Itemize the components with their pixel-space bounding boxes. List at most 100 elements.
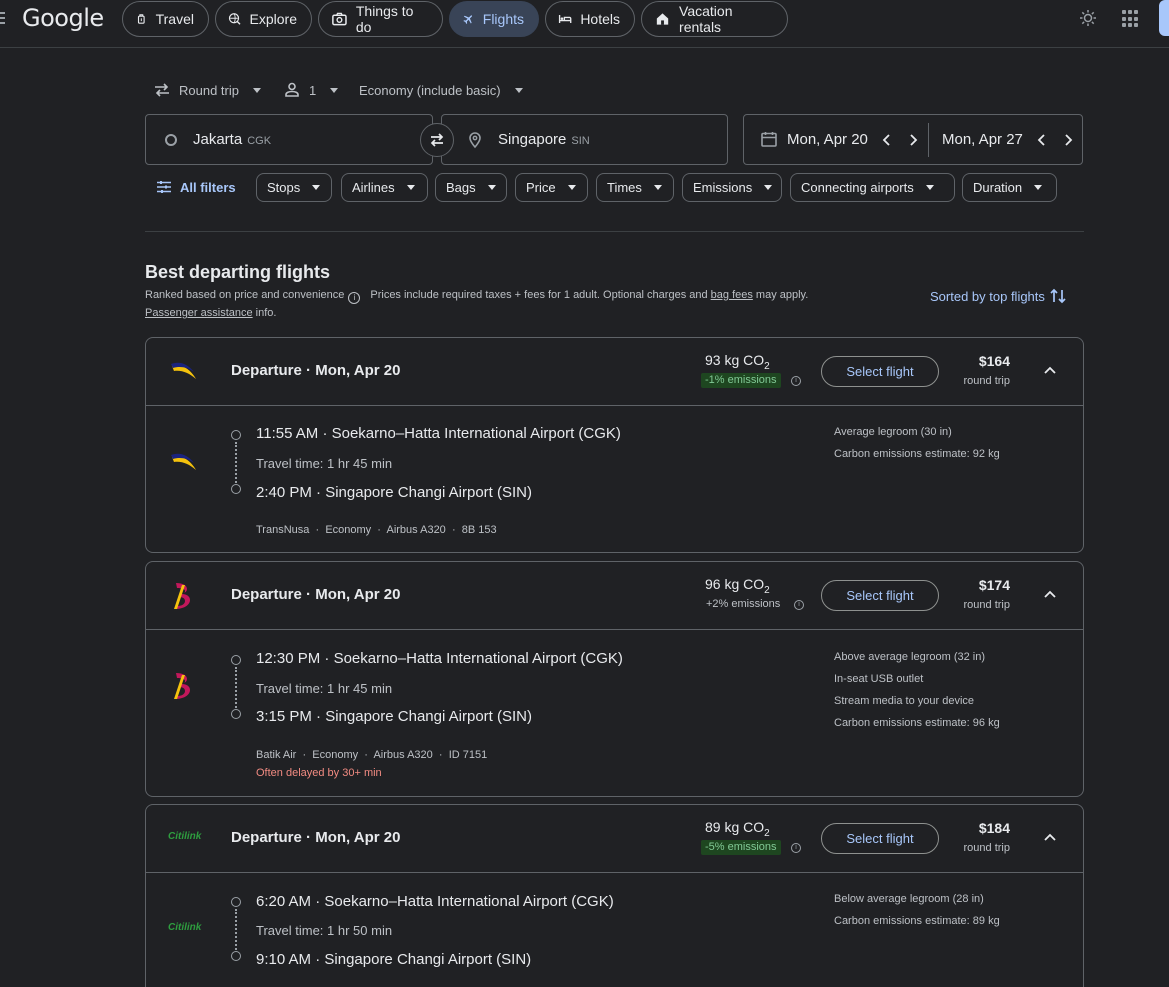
sort-button[interactable]: Sorted by top flights [930,287,1067,305]
arrival-segment: 3:15 PM · Singapore Changi Airport (SIN) [256,708,532,725]
departure-next-chevron-icon[interactable] [905,132,921,148]
cabin-class-select[interactable]: Economy (include basic) [359,80,523,100]
flight-price: $184 [978,820,1010,836]
swap-arrows-icon [430,133,444,147]
nav-explore-label: Explore [249,11,297,27]
passengers-count: 1 [309,82,317,98]
ranking-note: Ranked based on price and convenience i Pr… [145,289,808,304]
price-type: round trip [963,375,1010,387]
filter-times[interactable]: Times [596,173,674,202]
timeline-line [235,667,237,708]
flight-card-header[interactable]: Departure · Mon, Apr 20 93 kg CO2 -1% em… [146,338,1083,406]
destination-input[interactable]: Singapore SIN [441,114,728,165]
return-prev-chevron-icon[interactable] [1034,132,1050,148]
round-trip-arrows-icon [155,83,169,97]
chevron-up-icon[interactable] [1043,363,1057,377]
flight-card-header[interactable]: Citilink Departure · Mon, Apr 20 89 kg C… [146,805,1083,873]
filter-airlines[interactable]: Airlines [341,173,428,202]
select-flight-button[interactable]: Select flight [821,580,939,611]
chevron-up-icon[interactable] [1043,587,1057,601]
all-filters-button[interactable]: All filters [157,176,236,198]
flight-price: $164 [978,353,1010,369]
house-icon [656,13,669,25]
passenger-assistance-note: Passenger assistance info. [145,307,276,319]
arrival-dot [231,951,241,961]
select-flight-button[interactable]: Select flight [821,823,939,854]
nav-flights[interactable]: Flights [449,1,539,37]
nav-hotels[interactable]: Hotels [545,1,635,37]
filter-duration-label: Duration [973,180,1023,195]
prices-note: Prices include required taxes + fees for… [370,289,711,301]
info-suffix: info. [252,307,277,319]
calendar-icon [761,132,777,147]
nav-explore[interactable]: Explore [215,1,312,37]
swap-locations-button[interactable] [420,123,454,157]
emissions-info-icon[interactable]: i [791,376,801,386]
filter-emissions-label: Emissions [693,180,753,195]
caret-down-icon [312,185,321,190]
nav-vacation-rentals[interactable]: Vacation rentals [641,1,788,37]
departure-prev-chevron-icon[interactable] [879,132,895,148]
flight-price: $174 [978,577,1010,593]
emissions-badge: -1% emissions [701,373,781,388]
trip-type-caret-icon [252,87,261,93]
amenity-item: Carbon emissions estimate: 92 kg [834,448,1000,460]
batik-air-logo [174,673,190,699]
origin-input[interactable]: Jakarta CGK [145,114,433,165]
filter-connecting-airports[interactable]: Connecting airports [790,173,955,202]
emissions-info-icon[interactable]: i [791,843,801,853]
nav-travel[interactable]: Travel [122,1,209,37]
date-range-picker[interactable]: Mon, Apr 20 Mon, Apr 27 [743,114,1083,165]
google-apps-icon[interactable] [1122,10,1140,28]
sign-in-button[interactable] [1159,0,1169,36]
amenity-item: Carbon emissions estimate: 89 kg [834,915,1000,927]
flight-card: Departure · Mon, Apr 20 93 kg CO2 -1% em… [145,337,1084,553]
origin-code: CGK [247,134,272,147]
flight-meta: TransNusa · Economy · Airbus A320 · 8B 1… [256,524,497,536]
timeline-line [235,442,237,483]
prices-note-end: may apply. [752,289,809,301]
arrival-dot [231,709,241,719]
results-heading: Best departing flights [145,262,331,282]
return-date[interactable]: Mon, Apr 27 [942,131,1023,148]
batik-air-logo [174,583,190,609]
passengers-select[interactable]: 1 [283,80,339,100]
price-type: round trip [963,599,1010,611]
emissions-info-icon[interactable]: i [794,600,804,610]
sun-theme-icon[interactable] [1078,8,1098,28]
co2-amount: 89 kg CO2 [705,819,770,839]
google-logo[interactable]: Google [22,4,104,32]
filter-bags[interactable]: Bags [435,173,507,202]
nav-vacation-label: Vacation rentals [679,3,733,35]
nav-things-to-do[interactable]: Things to do [318,1,443,37]
filter-connecting-label: Connecting airports [801,180,914,195]
flight-card-header[interactable]: Departure · Mon, Apr 20 96 kg CO2 +2% em… [146,562,1083,630]
return-next-chevron-icon[interactable] [1060,132,1076,148]
departure-title: Departure · Mon, Apr 20 [231,362,401,379]
departure-segment: 11:55 AM · Soekarno–Hatta International … [256,425,621,442]
chevron-up-icon[interactable] [1043,830,1057,844]
timeline-line [235,909,237,950]
filter-bags-label: Bags [446,180,476,195]
filter-stops[interactable]: Stops [256,173,332,202]
filter-duration[interactable]: Duration [962,173,1057,202]
date-divider [928,123,929,157]
filter-price[interactable]: Price [515,173,588,202]
departure-date[interactable]: Mon, Apr 20 [787,131,868,148]
travel-time: Travel time: 1 hr 45 min [256,681,393,696]
travel-time: Travel time: 1 hr 45 min [256,456,393,471]
nav-hotels-label: Hotels [580,11,620,27]
select-flight-button[interactable]: Select flight [821,356,939,387]
main-menu-icon[interactable] [0,12,5,26]
filter-emissions[interactable]: Emissions [682,173,782,202]
filter-airlines-label: Airlines [352,180,395,195]
info-icon[interactable]: i [348,292,361,304]
filter-sliders-icon [157,181,171,193]
price-type: round trip [963,842,1010,854]
trip-type-select[interactable]: Round trip [153,80,261,100]
bag-fees-link[interactable]: bag fees [711,289,753,301]
nav-travel-label: Travel [155,11,194,27]
origin-circle-icon [165,133,177,146]
caret-down-icon [406,185,415,190]
passenger-assistance-link[interactable]: Passenger assistance [145,307,253,319]
